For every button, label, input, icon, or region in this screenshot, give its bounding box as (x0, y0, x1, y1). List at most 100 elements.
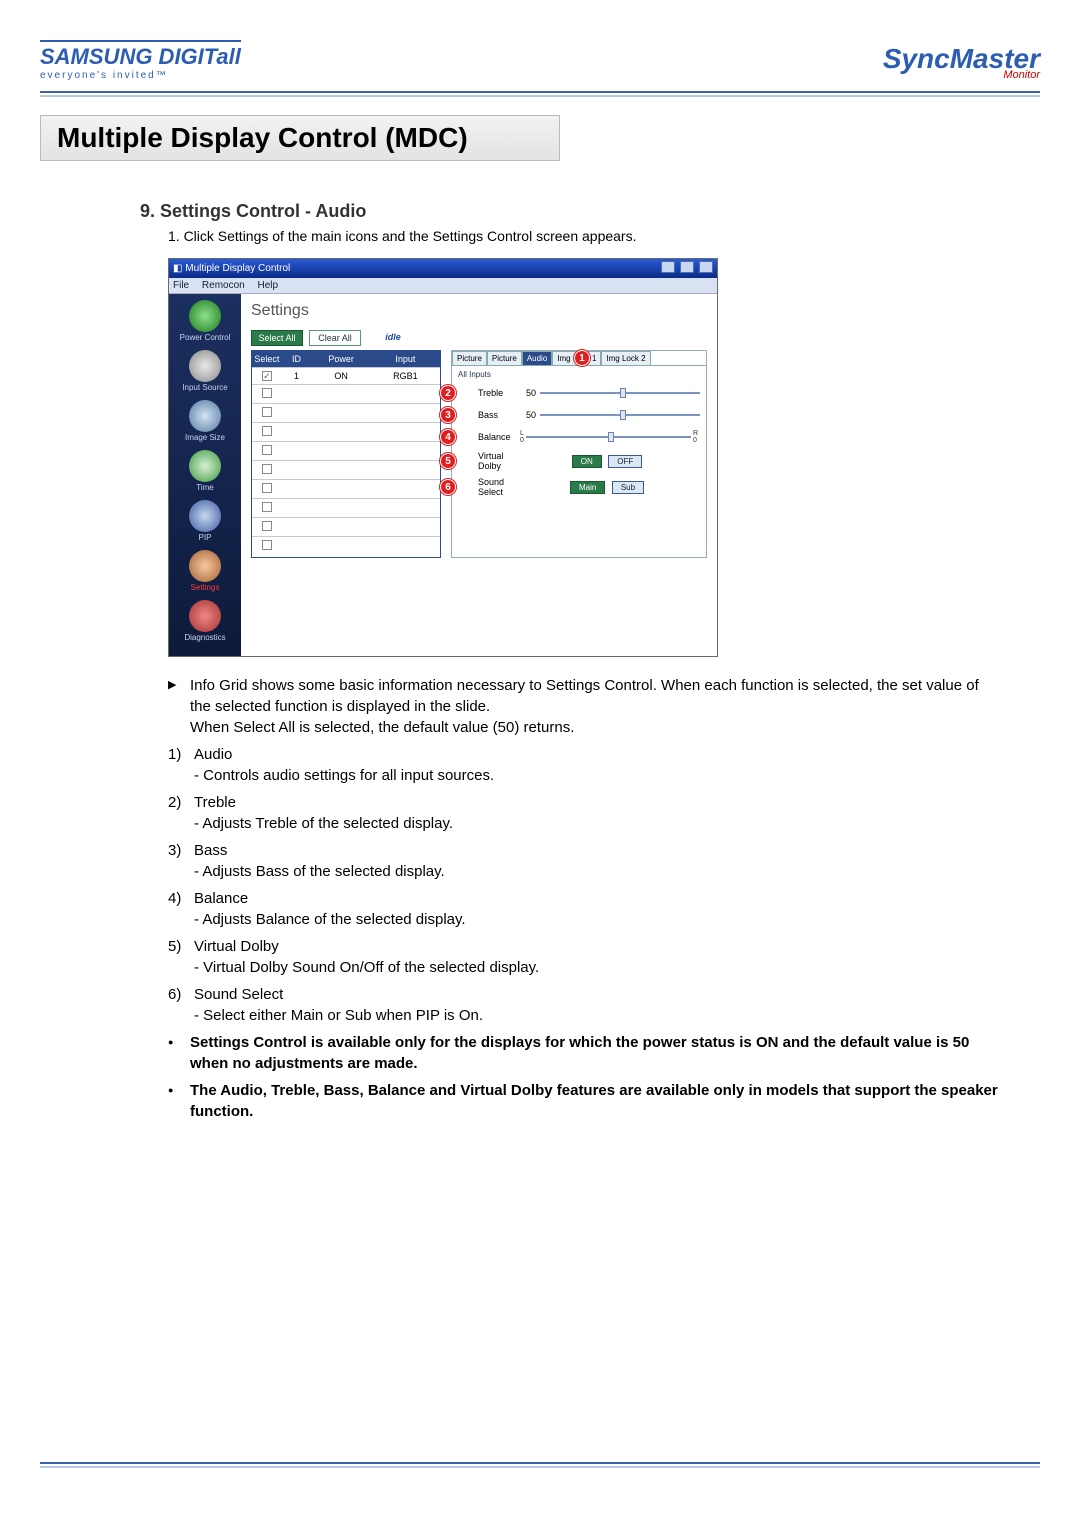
note-item: 1)Audio- Controls audio settings for all… (168, 744, 1000, 786)
slider-label: Balance (478, 432, 518, 442)
row-checkbox[interactable] (262, 502, 272, 512)
table-row[interactable] (252, 517, 440, 536)
bass-slider[interactable] (540, 414, 700, 416)
idle-status: idle (367, 330, 419, 346)
sidebar-item-diagnostics[interactable]: Diagnostics (184, 600, 225, 642)
badge-4: 4 (440, 429, 456, 445)
menu-help[interactable]: Help (258, 280, 279, 291)
sidebar-item-power-control[interactable]: Power Control (180, 300, 231, 342)
brand-logo: SAMSUNG DIGITall everyone's invited™ (40, 40, 241, 81)
cell-id: 1 (282, 368, 312, 384)
tab-img-lock-2-4[interactable]: Img Lock 2 (601, 351, 650, 365)
window-title: Multiple Display Control (185, 263, 290, 274)
sound-sub-button[interactable]: Sub (612, 481, 644, 494)
badge-5: 5 (440, 453, 456, 469)
badge-3: 3 (440, 407, 456, 423)
virtual-dolby-label: Virtual Dolby (478, 451, 518, 471)
info-grid: Select ID Power Input 1ONRGB1 (251, 350, 441, 558)
time-icon (189, 450, 221, 482)
note-bullet: The Audio, Treble, Bass, Balance and Vir… (168, 1080, 1000, 1122)
power-icon (189, 300, 221, 332)
row-checkbox[interactable] (262, 521, 272, 531)
note-bullet: Settings Control is available only for t… (168, 1032, 1000, 1074)
cell-input: RGB1 (371, 368, 440, 384)
tab-picture-1[interactable]: Picture (487, 351, 522, 365)
tab-picture-0[interactable]: Picture (452, 351, 487, 365)
table-row[interactable] (252, 536, 440, 555)
sound-main-button[interactable]: Main (570, 481, 605, 494)
treble-slider[interactable] (540, 392, 700, 394)
slider-row-bass: 3Bass50 (458, 407, 700, 423)
slider-value: 50 (518, 410, 536, 420)
sidebar-item-label: Image Size (185, 433, 225, 442)
row-checkbox[interactable] (262, 445, 272, 455)
sidebar-item-settings[interactable]: Settings (189, 550, 221, 592)
table-row[interactable]: 1ONRGB1 (252, 367, 440, 384)
row-checkbox[interactable] (262, 426, 272, 436)
note-item: 6)Sound Select- Select either Main or Su… (168, 984, 1000, 1026)
settings-panel: PicturePictureAudioImg Lock 1Img Lock 2 … (451, 350, 707, 558)
clear-all-button[interactable]: Clear All (309, 330, 361, 346)
brand-name: SAMSUNG DIGIT (40, 44, 216, 69)
menu-file[interactable]: File (173, 280, 189, 291)
row-checkbox[interactable] (262, 540, 272, 550)
dolby-on-button[interactable]: ON (572, 455, 602, 468)
badge-2: 2 (440, 385, 456, 401)
sidebar-item-label: Diagnostics (184, 633, 225, 642)
app-screenshot: ◧ Multiple Display Control File Remocon … (168, 258, 718, 657)
brand-tagline: everyone's invited™ (40, 70, 241, 81)
table-row[interactable] (252, 479, 440, 498)
dolby-off-button[interactable]: OFF (608, 455, 642, 468)
brand-suffix: all (216, 44, 240, 69)
divider-top (40, 91, 1040, 97)
col-input: Input (371, 351, 440, 367)
note-caret-text: Info Grid shows some basic information n… (190, 677, 979, 736)
slider-label: Treble (478, 388, 518, 398)
col-select: Select (252, 351, 282, 367)
minimize-icon[interactable] (661, 261, 675, 273)
image-size-icon (189, 400, 221, 432)
row-checkbox[interactable] (262, 388, 272, 398)
input-icon (189, 350, 221, 382)
row-checkbox[interactable] (262, 464, 272, 474)
diagnostics-icon (189, 600, 221, 632)
row-checkbox[interactable] (262, 407, 272, 417)
window-icon: ◧ (173, 263, 182, 274)
select-all-button[interactable]: Select All (251, 330, 303, 346)
settings-icon (189, 550, 221, 582)
cell-power: ON (311, 368, 370, 384)
slider-row-treble: 2Treble50 (458, 385, 700, 401)
slider-row-balance: 4BalanceL0R0 (458, 429, 700, 445)
sidebar-item-input-source[interactable]: Input Source (182, 350, 227, 392)
table-row[interactable] (252, 498, 440, 517)
row-checkbox[interactable] (262, 483, 272, 493)
sidebar-item-pip[interactable]: PIP (189, 500, 221, 542)
note-item: 4)Balance- Adjusts Balance of the select… (168, 888, 1000, 930)
main-title: Settings (251, 302, 707, 320)
table-row[interactable] (252, 441, 440, 460)
maximize-icon[interactable] (680, 261, 694, 273)
sound-select-label: Sound Select (478, 477, 518, 497)
row-checkbox[interactable] (262, 371, 272, 381)
table-row[interactable] (252, 403, 440, 422)
menu-remocon[interactable]: Remocon (202, 280, 245, 291)
table-row[interactable] (252, 460, 440, 479)
table-row[interactable] (252, 422, 440, 441)
product-logo: SyncMaster Monitor (883, 43, 1040, 81)
sidebar-item-label: Input Source (182, 383, 227, 392)
panel-subtab[interactable]: All Inputs (458, 370, 700, 379)
sidebar-item-image-size[interactable]: Image Size (185, 400, 225, 442)
slider-label: Bass (478, 410, 518, 420)
tab-audio-2[interactable]: Audio (522, 351, 552, 365)
section-intro: 1. Click Settings of the main icons and … (168, 228, 1040, 244)
sidebar: Power Control Input Source Image Size Time P… (169, 294, 241, 656)
balance-left: L0 (520, 430, 524, 444)
balance-slider[interactable] (526, 436, 691, 438)
note-caret: Info Grid shows some basic information n… (168, 675, 1000, 738)
table-row[interactable] (252, 384, 440, 403)
col-id: ID (282, 351, 312, 367)
close-icon[interactable] (699, 261, 713, 273)
section-title: 9. Settings Control - Audio (140, 201, 1040, 222)
col-power: Power (311, 351, 370, 367)
sidebar-item-time[interactable]: Time (189, 450, 221, 492)
